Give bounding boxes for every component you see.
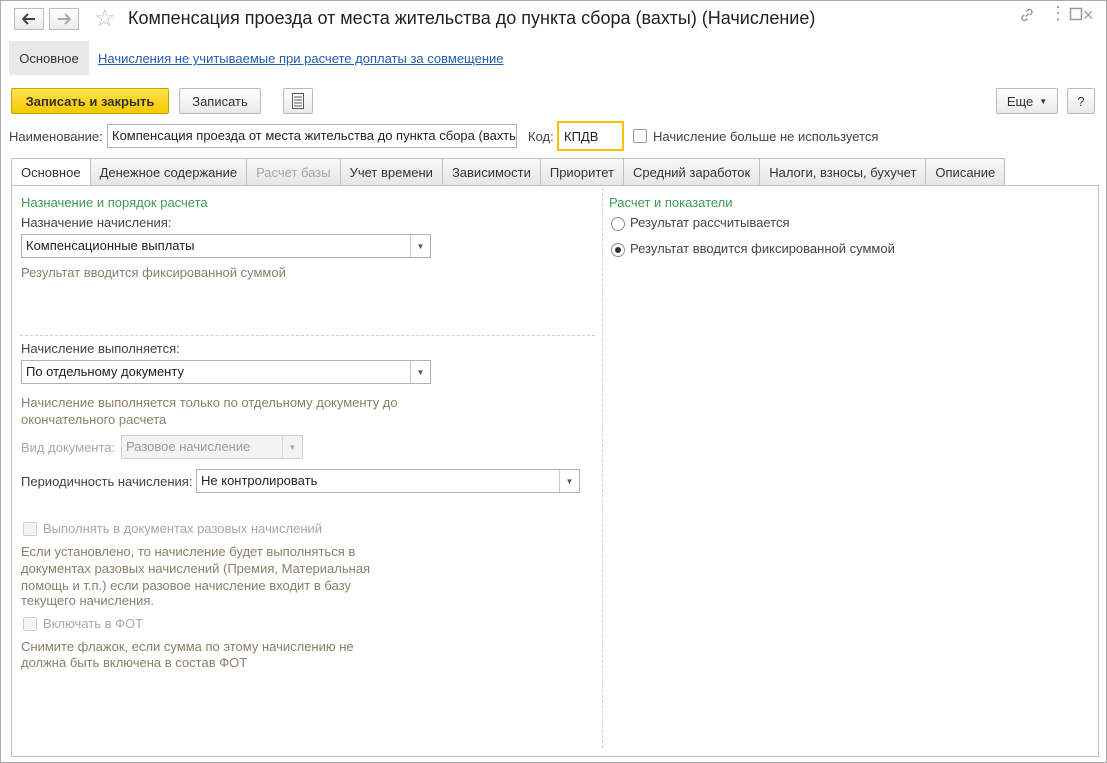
result-fixed-radio[interactable] bbox=[611, 243, 625, 257]
doc-type-select[interactable]: Разовое начисление ▼ bbox=[121, 435, 303, 459]
section-main[interactable]: Основное bbox=[9, 41, 89, 75]
forward-button[interactable] bbox=[49, 8, 79, 30]
close-icon[interactable]: × bbox=[1083, 5, 1094, 26]
save-button[interactable]: Записать bbox=[179, 88, 261, 114]
tab-priority[interactable]: Приоритет bbox=[540, 158, 624, 186]
fot-checkbox[interactable] bbox=[23, 617, 37, 631]
save-and-close-button[interactable]: Записать и закрыть bbox=[11, 88, 169, 114]
doc-type-value: Разовое начисление bbox=[126, 439, 251, 454]
column-divider bbox=[602, 188, 603, 748]
dropdown-arrow-icon[interactable]: ▼ bbox=[410, 361, 430, 383]
arrow-right-icon bbox=[58, 13, 71, 25]
section-divider bbox=[20, 335, 595, 336]
dropdown-arrow-icon[interactable]: ▼ bbox=[410, 235, 430, 257]
fot-hint-line-1: Снимите флажок, если сумма по этому начи… bbox=[21, 639, 354, 654]
purpose-label: Назначение начисления: bbox=[21, 215, 172, 230]
name-label: Наименование: bbox=[9, 129, 103, 144]
link-icon[interactable] bbox=[1019, 7, 1035, 28]
tab-taxes[interactable]: Налоги, взносы, бухучет bbox=[760, 158, 927, 186]
period-label: Периодичность начисления: bbox=[21, 474, 193, 489]
purpose-value: Компенсационные выплаты bbox=[26, 238, 195, 253]
favorite-star-icon[interactable]: ☆ bbox=[94, 4, 116, 33]
fot-hint-line-2: должна быть включена в состав ФОТ bbox=[21, 655, 248, 670]
purpose-hint: Результат вводится фиксированной суммой bbox=[21, 265, 286, 280]
tab-dependencies[interactable]: Зависимости bbox=[442, 158, 541, 186]
exec-hint-line-2: окончательного расчета bbox=[21, 412, 167, 427]
tab-bar: Основное Денежное содержание Расчет базы… bbox=[11, 158, 1006, 186]
accrual-form-window: ☆ Компенсация проезда от места жительств… bbox=[0, 0, 1107, 763]
document-list-icon bbox=[292, 93, 304, 109]
exec-select[interactable]: По отдельному документу ▼ bbox=[21, 360, 431, 384]
code-field[interactable]: КПДВ bbox=[557, 121, 624, 151]
one-time-checkbox[interactable] bbox=[23, 522, 37, 536]
section-link-excluded-accruals[interactable]: Начисления не учитываемые при расчете до… bbox=[98, 51, 504, 66]
exec-value: По отдельному документу bbox=[26, 364, 184, 379]
dropdown-arrow-icon: ▼ bbox=[282, 436, 302, 458]
result-fixed-label: Результат вводится фиксированной суммой bbox=[630, 241, 895, 256]
chevron-down-icon: ▼ bbox=[1039, 96, 1048, 106]
back-button[interactable] bbox=[14, 8, 44, 30]
tab-base-calc[interactable]: Расчет базы bbox=[247, 158, 341, 186]
more-button[interactable]: Еще ▼ bbox=[996, 88, 1058, 114]
window-title: Компенсация проезда от места жительства … bbox=[128, 8, 816, 28]
one-time-hint-line-4: текущего начисления. bbox=[21, 593, 155, 608]
maximize-icon[interactable] bbox=[1069, 7, 1083, 26]
one-time-hint-line-1: Если установлено, то начисление будет вы… bbox=[21, 544, 356, 559]
more-label: Еще bbox=[1006, 93, 1034, 109]
fot-label: Включать в ФОТ bbox=[43, 616, 144, 631]
unused-label: Начисление больше не используется bbox=[653, 129, 879, 144]
menu-dots-icon[interactable]: ⋮ bbox=[1049, 3, 1067, 24]
tab-salary[interactable]: Денежное содержание bbox=[90, 158, 248, 186]
purpose-section-title: Назначение и порядок расчета bbox=[21, 195, 208, 210]
doc-type-label: Вид документа: bbox=[21, 440, 116, 455]
name-field[interactable]: Компенсация проезда от места жительства … bbox=[107, 124, 517, 148]
result-calculated-radio[interactable] bbox=[611, 217, 625, 231]
unused-checkbox[interactable] bbox=[633, 129, 647, 143]
exec-label: Начисление выполняется: bbox=[21, 341, 180, 356]
one-time-hint-line-2: документах разовых начислений (Премия, М… bbox=[21, 561, 371, 576]
tab-average-earnings[interactable]: Средний заработок bbox=[623, 158, 761, 186]
code-label: Код: bbox=[528, 129, 554, 144]
arrow-left-icon bbox=[22, 13, 35, 25]
tab-content-main: Назначение и порядок расчета Назначение … bbox=[11, 185, 1099, 757]
report-button[interactable] bbox=[283, 88, 313, 114]
tab-main[interactable]: Основное bbox=[11, 158, 91, 186]
dropdown-arrow-icon[interactable]: ▼ bbox=[559, 470, 579, 492]
tab-description[interactable]: Описание bbox=[926, 158, 1006, 186]
help-button[interactable]: ? bbox=[1067, 88, 1095, 114]
tab-time-accounting[interactable]: Учет времени bbox=[340, 158, 443, 186]
one-time-label: Выполнять в документах разовых начислени… bbox=[43, 521, 323, 536]
exec-hint-line-1: Начисление выполняется только по отдельн… bbox=[21, 395, 398, 410]
calc-section-title: Расчет и показатели bbox=[609, 195, 733, 210]
result-calculated-label: Результат рассчитывается bbox=[630, 215, 790, 230]
period-select[interactable]: Не контролировать ▼ bbox=[196, 469, 580, 493]
purpose-select[interactable]: Компенсационные выплаты ▼ bbox=[21, 234, 431, 258]
period-value: Не контролировать bbox=[201, 473, 318, 488]
